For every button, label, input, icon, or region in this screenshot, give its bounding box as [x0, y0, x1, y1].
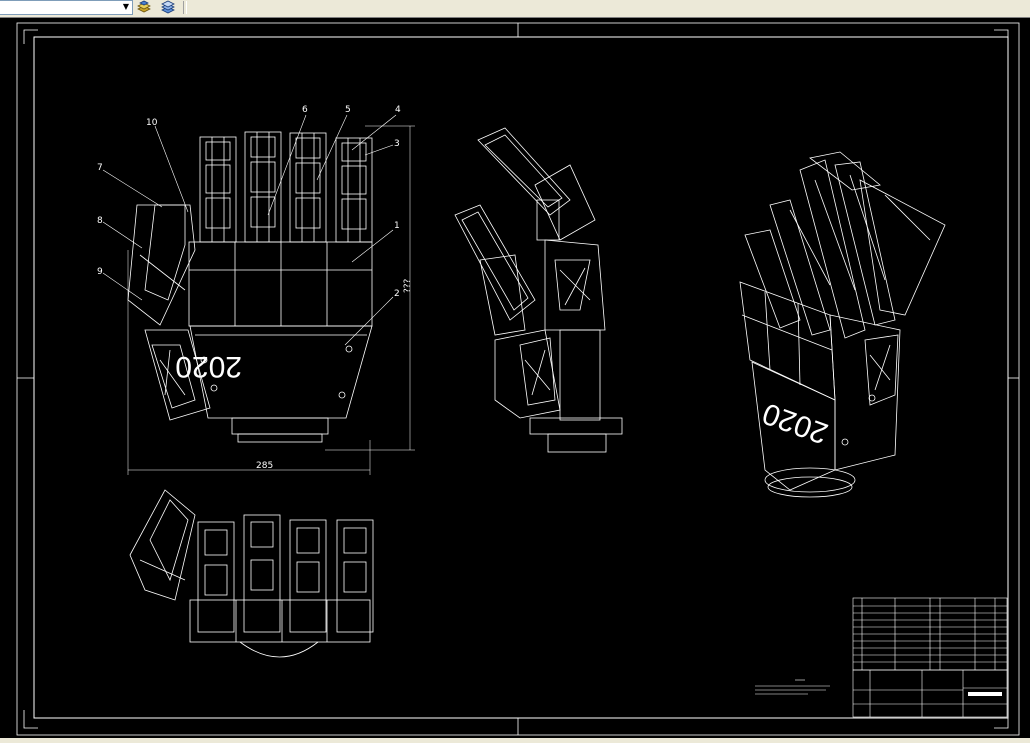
technical-notes: [755, 679, 830, 695]
title-block: [852, 597, 1008, 718]
iso-logo-text: 2020: [758, 396, 832, 450]
palm-logo-text: 2020: [175, 350, 242, 383]
finger-2: [244, 131, 282, 243]
layer-dropdown[interactable]: ▼: [0, 0, 133, 15]
isometric-view-hand: 2020: [739, 151, 946, 498]
cad-drawing: 2020 285 ??? 1 2 3 4 5 6 7 8 9 10 2020: [16, 22, 1020, 736]
sheet-outer-border: [16, 22, 1020, 736]
part-balloons: 1 2 3 4 5 6 7 8 9 10: [97, 105, 401, 346]
top-toolbar: ▼: [0, 0, 1030, 18]
balloon-2: 2: [394, 289, 400, 299]
layers-stack-icon: [137, 0, 151, 13]
chevron-down-icon[interactable]: ▼: [121, 2, 131, 12]
status-bar: [0, 738, 1030, 743]
balloon-7: 7: [97, 163, 103, 173]
balloon-3: 3: [394, 139, 400, 149]
iso-fingers: [744, 151, 946, 339]
layer-previous-button[interactable]: [160, 0, 176, 15]
toolbar-separator: [183, 1, 187, 14]
balloon-4: 4: [395, 105, 401, 115]
side-view-hand: [454, 127, 623, 453]
top-view-hand: [129, 489, 374, 658]
finger-3: [289, 132, 327, 243]
drawing-canvas[interactable]: 2020 285 ??? 1 2 3 4 5 6 7 8 9 10 2020: [0, 18, 1030, 738]
balloon-9: 9: [97, 267, 103, 277]
dim-height-text: ???: [403, 278, 413, 293]
balloon-1: 1: [394, 221, 400, 231]
layers-blue-icon: [161, 0, 175, 14]
balloon-6: 6: [302, 105, 308, 115]
balloon-8: 8: [97, 216, 103, 226]
balloon-10: 10: [146, 118, 158, 128]
layer-state-button[interactable]: [136, 0, 152, 15]
finger-4: [335, 137, 373, 243]
sheet-corner-marks: [17, 23, 1019, 735]
front-view-hand: 2020: [127, 131, 373, 443]
dim-width-text: 285: [256, 461, 273, 471]
finger-1: [199, 136, 237, 243]
balloon-5: 5: [345, 105, 351, 115]
